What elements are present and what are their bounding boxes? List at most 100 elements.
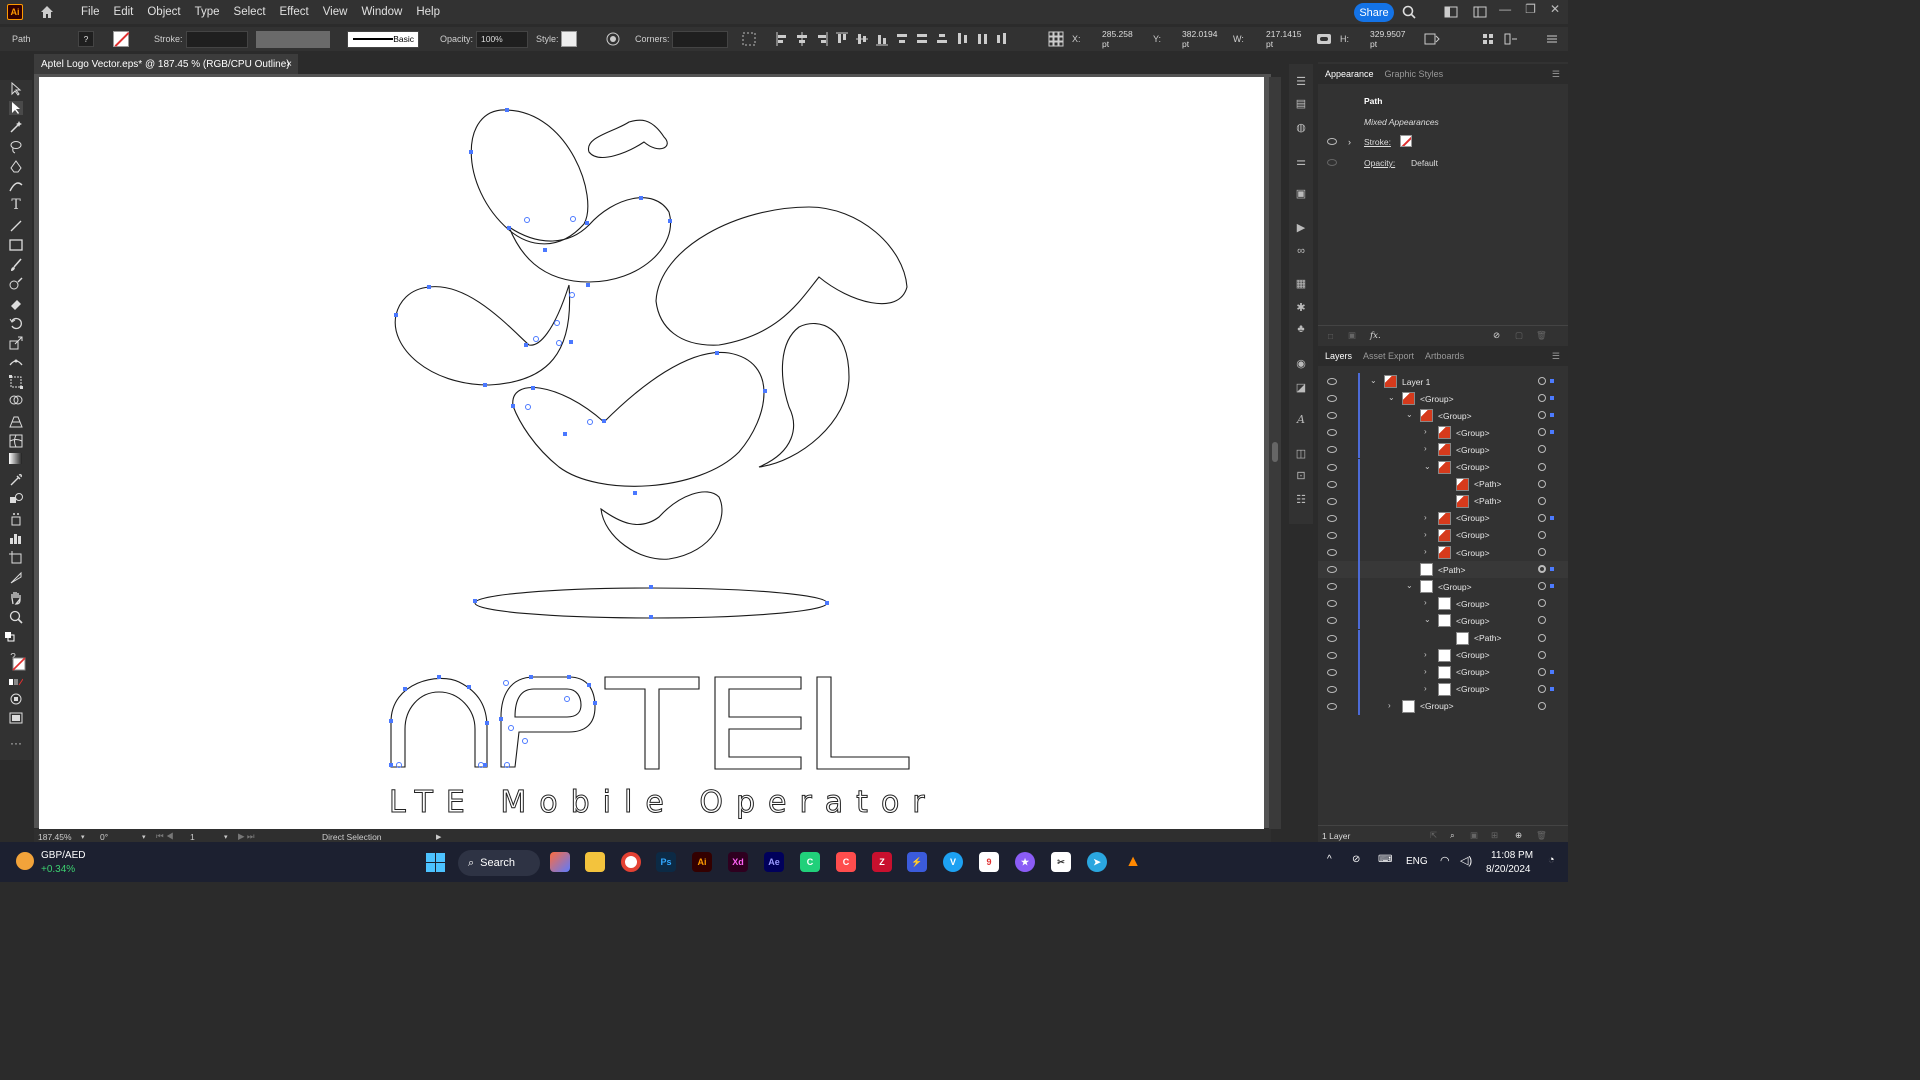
telegram-icon[interactable]: ➤	[1087, 852, 1107, 872]
eye-icon[interactable]	[1327, 463, 1337, 471]
clock-time[interactable]: 11:08 PM	[1491, 850, 1533, 861]
filezilla-icon[interactable]: Z	[872, 852, 892, 872]
eyedropper-tool-icon[interactable]	[9, 473, 23, 487]
eye-icon[interactable]	[1327, 395, 1337, 403]
delete-layer-icon[interactable]: 🗑	[1536, 830, 1547, 841]
chevron-right-icon[interactable]: ›	[1424, 667, 1427, 676]
chevron-right-icon[interactable]: ›	[1424, 650, 1427, 659]
layer-row[interactable]: ⌄ <Group>	[1318, 578, 1568, 596]
target-icon[interactable]	[1538, 411, 1546, 420]
menu-effect[interactable]: Effect	[280, 6, 309, 18]
column-graph-tool-icon[interactable]	[9, 531, 23, 545]
eye-icon[interactable]	[1327, 600, 1337, 608]
vlc-icon[interactable]: ▲	[1123, 852, 1143, 872]
chevron-right-icon[interactable]: ›	[1424, 513, 1427, 522]
layer-row[interactable]: › <Group>	[1318, 441, 1568, 459]
vertical-scrollbar[interactable]	[1269, 77, 1281, 829]
gradient-panel-icon[interactable]: ▤	[1294, 96, 1308, 110]
target-icon[interactable]	[1538, 616, 1546, 625]
artboard-number[interactable]: 1	[190, 832, 195, 842]
line-segment-tool-icon[interactable]	[9, 219, 23, 233]
eye-icon[interactable]	[1327, 583, 1337, 591]
target-icon[interactable]	[1538, 650, 1546, 659]
graphic-style-swatch[interactable]	[561, 31, 577, 47]
stroke-none-swatch-icon[interactable]	[12, 657, 26, 671]
gradient-tool-icon[interactable]	[9, 453, 22, 464]
corners-field[interactable]	[672, 30, 728, 48]
distribute-left-icon[interactable]	[956, 32, 968, 46]
eye-icon[interactable]	[1327, 617, 1337, 625]
eye-icon[interactable]	[1327, 668, 1337, 676]
free-transform-tool-icon[interactable]	[9, 375, 23, 389]
rectangle-tool-icon[interactable]	[9, 238, 23, 252]
tab-appearance[interactable]: Appearance	[1325, 69, 1374, 79]
tab-layers[interactable]: Layers	[1325, 351, 1352, 361]
draw-mode-icon[interactable]	[9, 692, 23, 706]
selection-indicator[interactable]	[1550, 584, 1554, 589]
recolor-artwork-icon[interactable]	[606, 32, 620, 46]
target-icon[interactable]	[1538, 701, 1546, 710]
v-app-icon[interactable]: V	[943, 852, 963, 872]
duplicate-item-icon[interactable]: ▢	[1515, 330, 1523, 341]
eye-icon[interactable]	[1327, 685, 1337, 693]
target-icon[interactable]	[1538, 513, 1546, 522]
eye-icon[interactable]	[1327, 412, 1337, 420]
add-stroke-icon[interactable]: □	[1328, 331, 1333, 341]
target-icon[interactable]	[1538, 684, 1546, 693]
brush-definition-dropdown[interactable]: Basic	[347, 30, 419, 48]
layer-name[interactable]: <Group>	[1456, 462, 1490, 472]
locate-object-icon[interactable]: ⌕	[1450, 830, 1455, 841]
stroke-none-swatch[interactable]	[1400, 135, 1412, 147]
close-window-icon[interactable]: ✕	[1550, 2, 1560, 16]
layer-name[interactable]: <Group>	[1456, 616, 1490, 626]
selection-indicator[interactable]	[1550, 379, 1554, 383]
menu-help[interactable]: Help	[416, 6, 440, 18]
fx-icon[interactable]: fx.	[1370, 331, 1381, 341]
first-artboard-icon[interactable]: ⏮ ◀	[156, 831, 174, 842]
direct-selection-tool-icon[interactable]	[9, 101, 23, 115]
layer-row[interactable]: ⌄ <Group>	[1318, 390, 1568, 408]
layer-name[interactable]: <Group>	[1420, 394, 1454, 404]
opacity-label[interactable]: Opacity:	[1364, 158, 1395, 168]
bolt-app-icon[interactable]: ⚡	[907, 852, 927, 872]
eye-icon[interactable]	[1327, 138, 1337, 145]
selection-tool-icon[interactable]	[9, 82, 23, 96]
eye-icon[interactable]	[1327, 531, 1337, 539]
close-document-icon[interactable]: ×	[286, 59, 292, 70]
libraries-panel-icon[interactable]: ▣	[1294, 186, 1308, 200]
layer-name[interactable]: <Path>	[1474, 633, 1501, 643]
color-guide-icon[interactable]: ◉	[1294, 356, 1308, 370]
magic-wand-tool-icon[interactable]	[9, 120, 23, 134]
collect-export-icon[interactable]: ⇱	[1430, 830, 1437, 841]
y-field[interactable]: 382.0194 pt	[1178, 29, 1228, 49]
target-icon[interactable]	[1538, 565, 1546, 574]
align-panel-icon[interactable]: ☷	[1294, 492, 1308, 506]
distribute-bottom-icon[interactable]	[936, 32, 948, 46]
distribute-top-icon[interactable]	[896, 32, 908, 46]
transform-options-icon[interactable]	[1424, 32, 1440, 46]
distribute-hcenter-icon[interactable]	[976, 32, 988, 46]
layer-row[interactable]: ⌄ <Group>	[1318, 407, 1568, 425]
layer-name[interactable]: <Group>	[1456, 513, 1490, 523]
color-mode-icons[interactable]	[9, 676, 23, 690]
selection-indicator[interactable]	[1550, 413, 1554, 418]
illustrator-taskbar-icon[interactable]: Ai	[692, 852, 712, 872]
chevron-right-icon[interactable]: ›	[1388, 701, 1391, 710]
align-right-icon[interactable]	[816, 32, 828, 46]
isolate-object-icon[interactable]	[1482, 33, 1494, 45]
rotate-tool-icon[interactable]	[9, 316, 23, 330]
new-sublayer-icon[interactable]: ⊞	[1491, 830, 1498, 841]
target-icon[interactable]	[1538, 667, 1546, 676]
opacity-field[interactable]: 100%	[476, 30, 528, 48]
target-icon[interactable]	[1538, 548, 1546, 556]
layers-menu-icon[interactable]: ☰	[1552, 351, 1560, 362]
hand-tool-icon[interactable]	[9, 591, 23, 605]
menu-file[interactable]: File	[81, 6, 100, 18]
layer-name[interactable]: <Group>	[1438, 411, 1472, 421]
copilot-app-icon[interactable]	[550, 852, 570, 872]
snipping-tool-icon[interactable]: ✂	[1051, 852, 1071, 872]
eye-icon[interactable]	[1327, 514, 1337, 522]
eye-icon[interactable]	[1327, 480, 1337, 488]
menu-type[interactable]: Type	[195, 6, 220, 18]
layer-name[interactable]: <Group>	[1456, 599, 1490, 609]
